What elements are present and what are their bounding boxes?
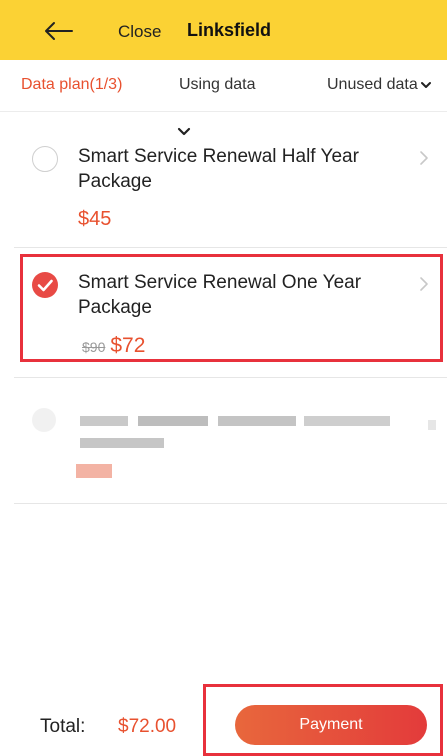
blurred-text-line <box>218 416 296 426</box>
tab-data-plan[interactable]: Data plan(1/3) <box>21 76 122 94</box>
package-item-half-year[interactable]: Smart Service Renewal Half Year Package … <box>14 132 447 248</box>
blurred-text-line <box>304 416 390 426</box>
radio-unselected[interactable] <box>32 146 58 172</box>
blurred-text-line <box>138 416 208 426</box>
tab-bar: Data plan(1/3) Using data Unused data <box>0 60 447 112</box>
package-name: Smart Service Renewal Half Year Package <box>78 146 359 192</box>
page-title: Linksfield <box>187 20 272 40</box>
selection-highlight-box <box>20 254 443 362</box>
tab-unused-data-label: Unused data <box>327 76 418 93</box>
close-button[interactable]: Close <box>118 22 161 42</box>
blurred-radio <box>32 408 56 432</box>
tab-unused-data[interactable]: Unused data <box>327 76 431 94</box>
blurred-text-line <box>80 438 164 448</box>
app-header: Close Linksfield <box>0 0 447 60</box>
chevron-right-icon <box>420 151 428 165</box>
tab-using-data[interactable]: Using data <box>179 76 256 94</box>
package-item-blurred[interactable] <box>14 388 447 504</box>
arrow-left-icon <box>45 22 73 40</box>
total-amount: $72.00 <box>118 716 177 737</box>
chevron-down-icon <box>420 81 431 88</box>
blurred-price <box>76 464 112 478</box>
blurred-text-line <box>428 420 436 430</box>
total-label: Total: <box>40 716 86 737</box>
blurred-text-line <box>80 416 128 426</box>
payment-highlight-box <box>203 684 443 756</box>
package-price: $45 <box>78 208 112 230</box>
back-button[interactable] <box>36 14 80 48</box>
